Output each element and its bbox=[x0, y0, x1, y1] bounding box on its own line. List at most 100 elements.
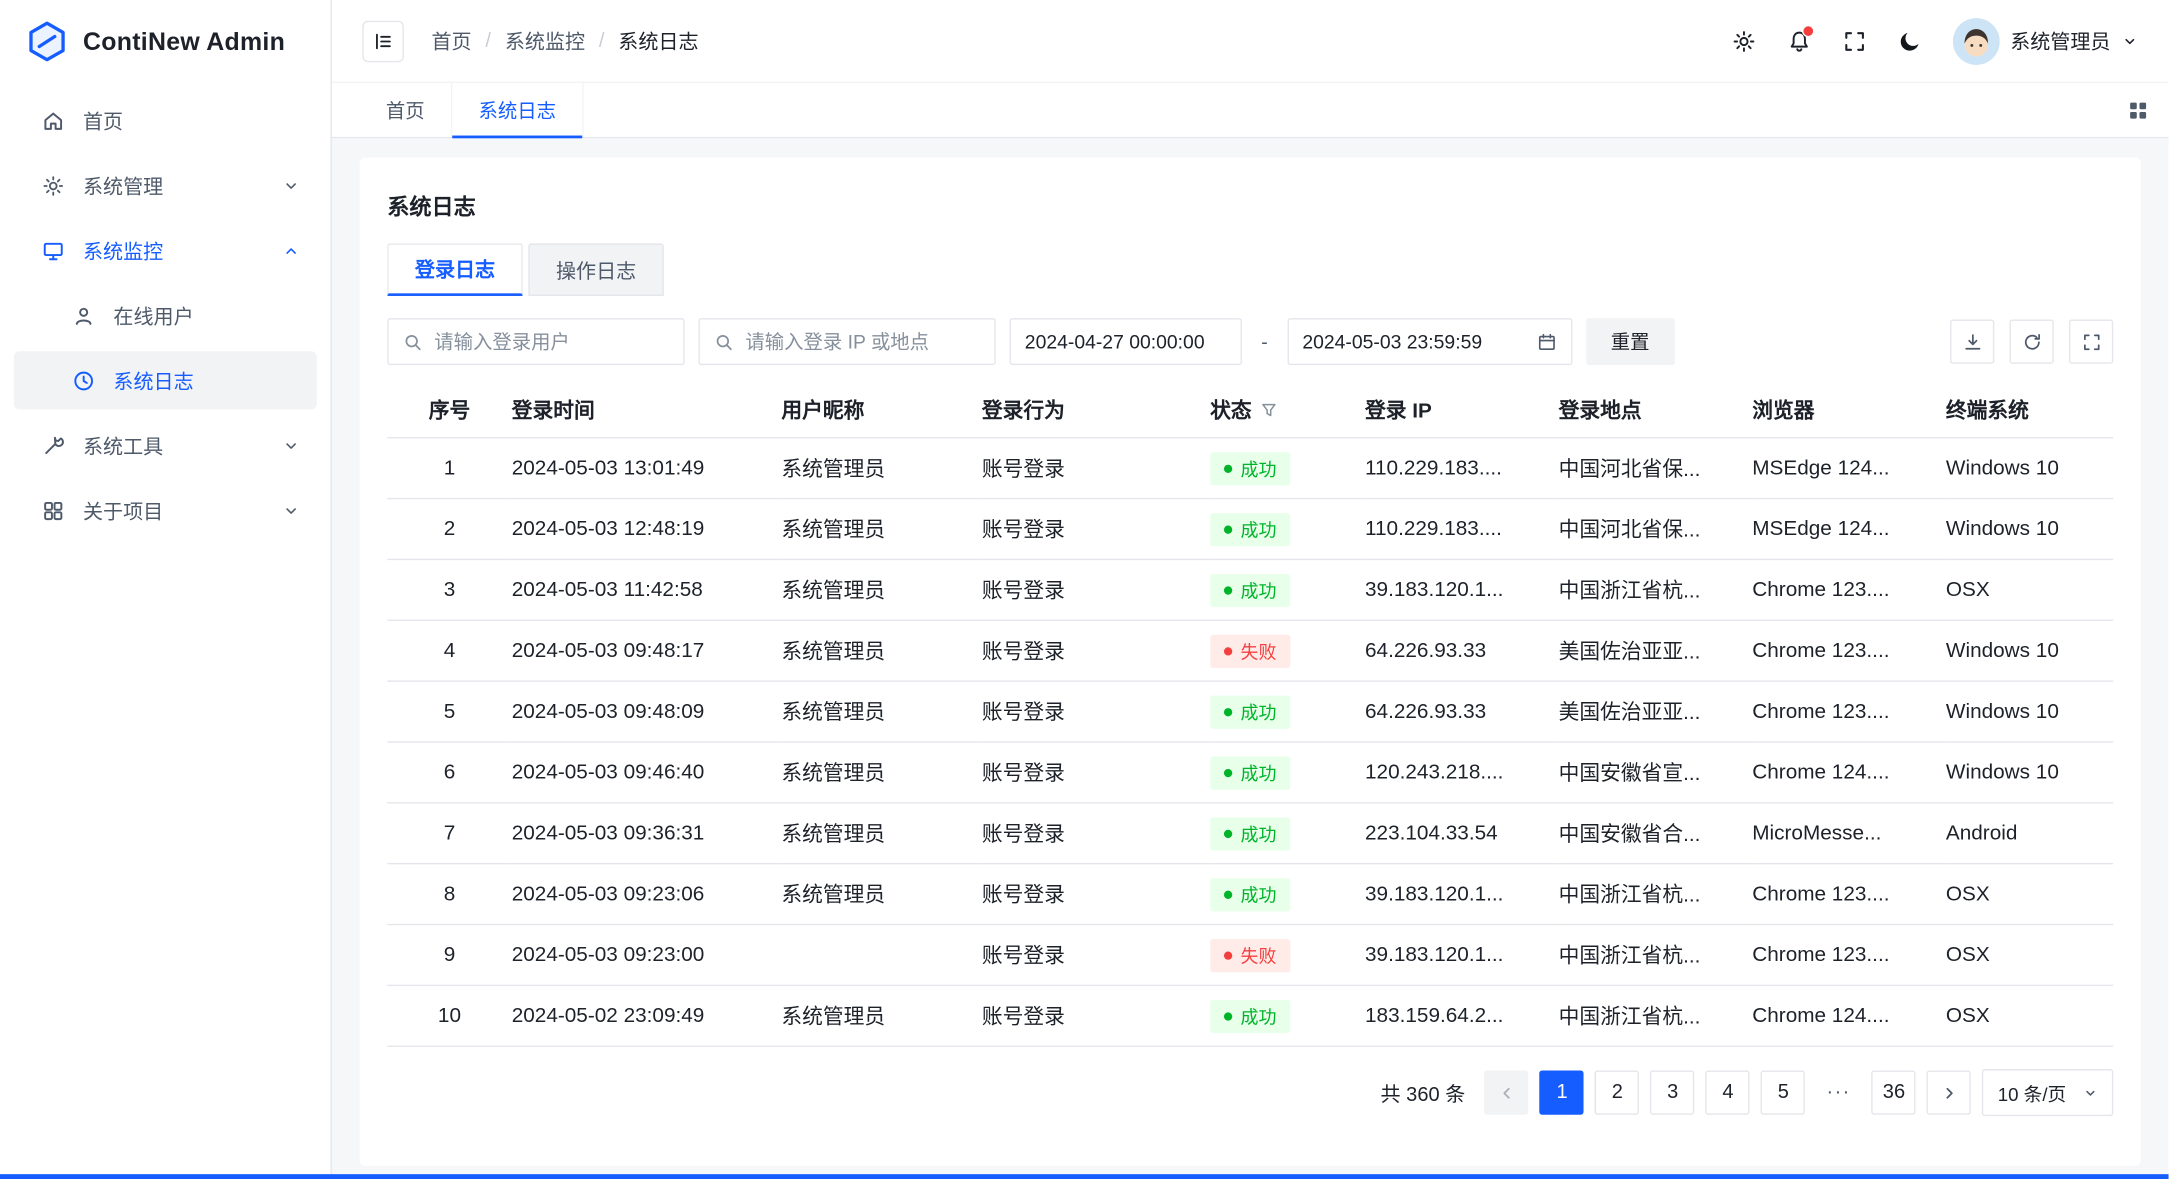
page-size-select[interactable]: 10 条/页 bbox=[1982, 1069, 2113, 1116]
settings-icon[interactable] bbox=[1731, 28, 1756, 53]
cell-browser: Chrome 123.... bbox=[1752, 925, 1946, 986]
login-ip-search-field[interactable] bbox=[698, 318, 995, 365]
system-logs-card: 系统日志 登录日志 操作日志 bbox=[360, 158, 2141, 1166]
chevron-down-icon bbox=[282, 176, 300, 194]
sidebar-item-label: 首页 bbox=[83, 106, 300, 135]
export-download-button[interactable] bbox=[1950, 319, 1994, 363]
sidebar-item-system-monitor[interactable]: 系统监控 bbox=[14, 221, 317, 279]
table-row[interactable]: 5 2024-05-03 09:48:09 系统管理员 账号登录 成功 64.2… bbox=[387, 681, 2113, 742]
table-row[interactable]: 3 2024-05-03 11:42:58 系统管理员 账号登录 成功 39.1… bbox=[387, 559, 2113, 620]
page-button[interactable]: 36 bbox=[1872, 1070, 1916, 1114]
next-page-button[interactable] bbox=[1927, 1070, 1971, 1114]
cell-location: 中国浙江省杭... bbox=[1559, 864, 1753, 925]
table-row[interactable]: 1 2024-05-03 13:01:49 系统管理员 账号登录 成功 110.… bbox=[387, 438, 2113, 499]
breadcrumb-current: 系统日志 bbox=[618, 26, 698, 55]
table-fullscreen-button[interactable] bbox=[2069, 319, 2113, 363]
settings-icon bbox=[41, 174, 65, 198]
page-button[interactable]: 1 bbox=[1540, 1070, 1584, 1114]
cell-os: Windows 10 bbox=[1946, 499, 2113, 560]
sidebar-item-about-project[interactable]: 关于项目 bbox=[14, 481, 317, 539]
app-title: ContiNew Admin bbox=[83, 27, 285, 56]
breadcrumb-home[interactable]: 首页 bbox=[431, 26, 471, 55]
status-text: 成功 bbox=[1241, 881, 1277, 907]
notifications-bell-icon[interactable] bbox=[1786, 28, 1811, 53]
status-badge: 成功 bbox=[1210, 573, 1290, 606]
previous-page-button[interactable] bbox=[1485, 1070, 1529, 1114]
log-table-body: 1 2024-05-03 13:01:49 系统管理员 账号登录 成功 110.… bbox=[387, 438, 2113, 1047]
fullscreen-icon[interactable] bbox=[1841, 28, 1866, 53]
page-button[interactable]: 4 bbox=[1706, 1070, 1750, 1114]
status-dot bbox=[1224, 1012, 1232, 1020]
tab-actions-menu[interactable] bbox=[2127, 83, 2168, 137]
table-row[interactable]: 10 2024-05-02 23:09:49 系统管理员 账号登录 成功 183… bbox=[387, 985, 2113, 1046]
filter-funnel-icon[interactable] bbox=[1260, 400, 1278, 418]
reset-button[interactable]: 重置 bbox=[1586, 318, 1675, 365]
page-ellipsis[interactable]: ··· bbox=[1817, 1070, 1861, 1114]
cell-nickname: 系统管理员 bbox=[781, 985, 982, 1046]
sidebar-item-online-users[interactable]: 在线用户 bbox=[14, 286, 317, 344]
table-row[interactable]: 4 2024-05-03 09:48:17 系统管理员 账号登录 失败 64.2… bbox=[387, 620, 2113, 681]
sidebar-collapse-button[interactable] bbox=[362, 20, 403, 61]
tab-system-logs[interactable]: 系统日志 bbox=[452, 83, 583, 137]
date-range-end[interactable]: 2024-05-03 23:59:59 bbox=[1287, 318, 1572, 365]
tab-operation-logs[interactable]: 操作日志 bbox=[528, 243, 664, 296]
chevron-up-icon bbox=[282, 241, 300, 259]
cell-nickname: 系统管理员 bbox=[781, 620, 982, 681]
sidebar-menu: 首页 系统管理 bbox=[0, 83, 331, 539]
cell-status: 成功 bbox=[1210, 864, 1365, 925]
chevron-down-icon bbox=[2083, 1085, 2098, 1100]
top-header: 首页 / 系统监控 / 系统日志 bbox=[332, 0, 2169, 83]
dark-mode-moon-icon[interactable] bbox=[1897, 28, 1922, 53]
cell-location: 中国浙江省杭... bbox=[1559, 985, 1753, 1046]
cell-action: 账号登录 bbox=[982, 742, 1210, 803]
sidebar-item-system-logs[interactable]: 系统日志 bbox=[14, 351, 317, 409]
cell-ip: 120.243.218.... bbox=[1365, 742, 1559, 803]
status-dot bbox=[1224, 768, 1232, 776]
breadcrumb-separator: / bbox=[599, 30, 605, 52]
sidebar-item-home[interactable]: 首页 bbox=[14, 91, 317, 149]
app-logo[interactable]: ContiNew Admin bbox=[0, 0, 331, 83]
column-header-index: 序号 bbox=[429, 395, 471, 424]
cell-action: 账号登录 bbox=[982, 985, 1210, 1046]
cell-nickname bbox=[781, 925, 982, 986]
refresh-button[interactable] bbox=[2009, 319, 2053, 363]
login-user-search-field[interactable] bbox=[387, 318, 684, 365]
cell-browser: Chrome 123.... bbox=[1752, 620, 1946, 681]
date-range-start[interactable]: 2024-04-27 00:00:00 bbox=[1010, 318, 1242, 365]
sidebar-item-system-tools[interactable]: 系统工具 bbox=[14, 416, 317, 474]
tab-home[interactable]: 首页 bbox=[360, 83, 453, 137]
page-button[interactable]: 3 bbox=[1651, 1070, 1695, 1114]
cell-index: 2 bbox=[387, 499, 511, 560]
tab-login-logs[interactable]: 登录日志 bbox=[387, 243, 523, 296]
cell-nickname: 系统管理员 bbox=[781, 438, 982, 499]
tools-icon bbox=[41, 434, 65, 458]
table-row[interactable]: 9 2024-05-03 09:23:00 账号登录 失败 39.183.120… bbox=[387, 925, 2113, 986]
column-header-action: 登录行为 bbox=[982, 395, 1065, 424]
cell-os: OSX bbox=[1946, 559, 2113, 620]
tab-label: 登录日志 bbox=[415, 254, 495, 283]
table-row[interactable]: 6 2024-05-03 09:46:40 系统管理员 账号登录 成功 120.… bbox=[387, 742, 2113, 803]
login-ip-search-input[interactable] bbox=[745, 331, 980, 353]
cell-action: 账号登录 bbox=[982, 864, 1210, 925]
status-dot bbox=[1224, 586, 1232, 594]
cell-location: 美国佐治亚亚... bbox=[1559, 681, 1753, 742]
cell-browser: Chrome 124.... bbox=[1752, 985, 1946, 1046]
cell-status: 成功 bbox=[1210, 803, 1365, 864]
page-button[interactable]: 2 bbox=[1595, 1070, 1639, 1114]
notification-badge-dot bbox=[1801, 24, 1813, 36]
table-row[interactable]: 8 2024-05-03 09:23:06 系统管理员 账号登录 成功 39.1… bbox=[387, 864, 2113, 925]
filter-toolbar: 2024-04-27 00:00:00 - 2024-05-03 23:59:5… bbox=[387, 318, 2113, 365]
log-type-tabs: 登录日志 操作日志 bbox=[387, 243, 2113, 296]
bottom-progress-bar bbox=[0, 1174, 2169, 1179]
table-row[interactable]: 2 2024-05-03 12:48:19 系统管理员 账号登录 成功 110.… bbox=[387, 499, 2113, 560]
sidebar-item-system-management[interactable]: 系统管理 bbox=[14, 156, 317, 214]
cell-browser: MSEdge 124... bbox=[1752, 438, 1946, 499]
cell-login-time: 2024-05-03 09:48:09 bbox=[512, 681, 782, 742]
table-row[interactable]: 7 2024-05-03 09:36:31 系统管理员 账号登录 成功 223.… bbox=[387, 803, 2113, 864]
grid-icon bbox=[41, 499, 65, 523]
login-user-search-input[interactable] bbox=[434, 331, 669, 353]
user-menu[interactable]: 系统管理员 bbox=[1952, 17, 2138, 64]
page-button[interactable]: 5 bbox=[1761, 1070, 1805, 1114]
breadcrumb-system-monitor[interactable]: 系统监控 bbox=[505, 26, 585, 55]
cell-os: Windows 10 bbox=[1946, 620, 2113, 681]
